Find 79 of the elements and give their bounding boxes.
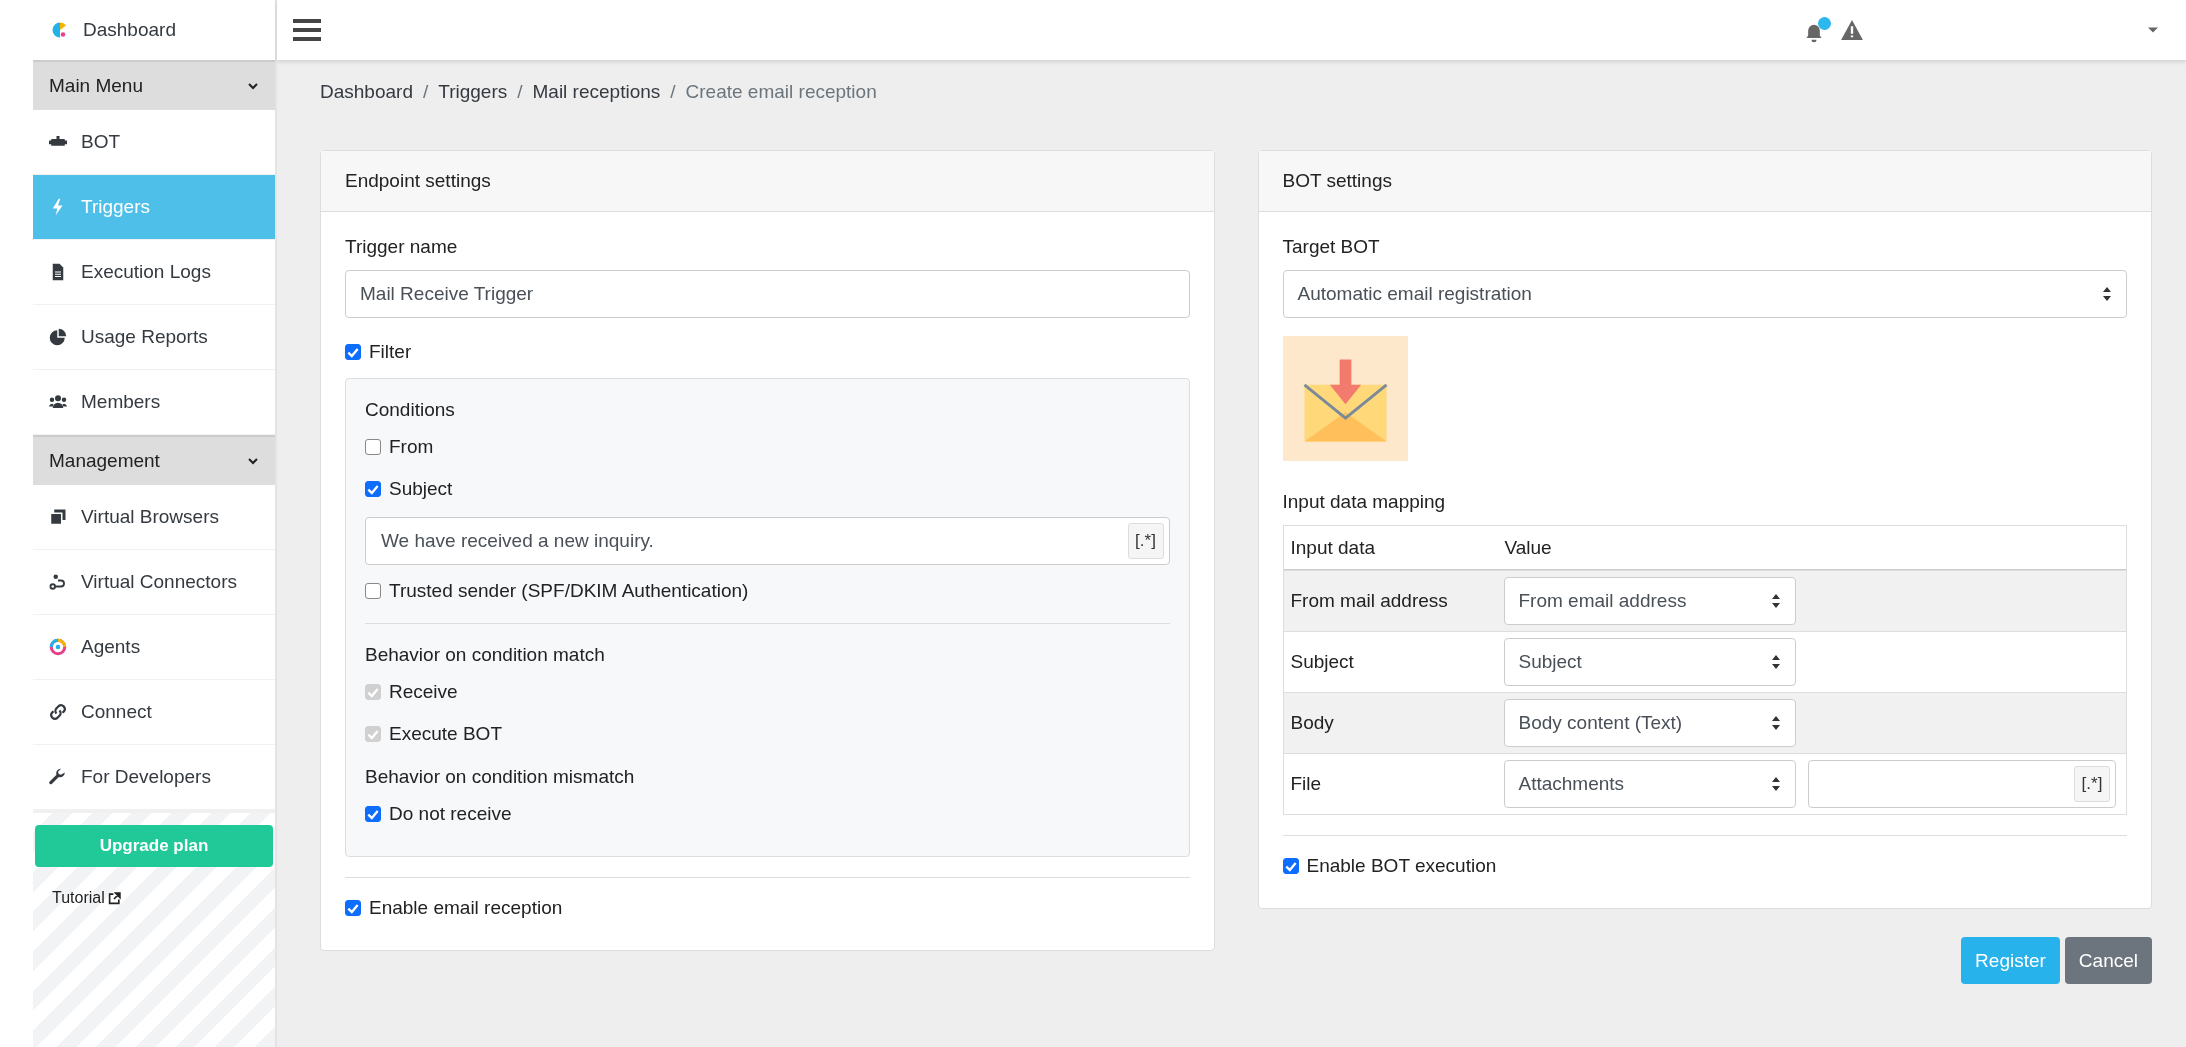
logo-icon — [51, 21, 69, 39]
subject-pattern-input[interactable]: We have received a new inquiry. [.*] — [365, 517, 1170, 565]
card-title: Endpoint settings — [321, 151, 1214, 212]
people-icon — [49, 393, 67, 411]
section-heading: Behavior on condition mismatch — [365, 766, 636, 788]
sidebar-link[interactable]: Usage Reports — [33, 305, 275, 370]
checkbox-label: Subject — [389, 478, 453, 500]
dropdown[interactable]: Attachments — [1503, 760, 1796, 808]
checkbox[interactable] — [365, 583, 381, 599]
dropdown[interactable]: From email address — [1503, 577, 1796, 625]
menu-section-header[interactable]: Management — [33, 435, 275, 485]
checkbox-label: Do not receive — [389, 803, 512, 825]
checkbox-label: Enable email reception — [369, 897, 563, 919]
breadcrumb-item: Create email reception — [685, 81, 877, 103]
caret-icon — [2148, 27, 2158, 33]
table-cell-text: Body — [1289, 712, 1335, 734]
colorful-ring-icon — [49, 638, 67, 656]
sort-arrows-icon — [2102, 286, 2112, 302]
column-header: Value — [1503, 536, 1553, 559]
breadcrumb-separator: / — [517, 81, 523, 103]
breadcrumb-item[interactable]: Dashboard — [320, 81, 413, 103]
checkbox-label: Trusted sender (SPF/DKIM Authentication) — [389, 580, 749, 602]
trigger-name-input[interactable]: Mail Receive Trigger — [345, 270, 1190, 318]
cancel-button[interactable]: Cancel — [2064, 937, 2152, 984]
menu-section-header[interactable]: Main Menu — [33, 60, 275, 110]
dropdown[interactable]: Subject — [1503, 638, 1796, 686]
menu-icon — [293, 18, 321, 42]
chevron-icon — [247, 80, 259, 92]
card-title: BOT settings — [1258, 151, 2151, 212]
sidebar-link[interactable]: Virtual Browsers — [33, 485, 275, 550]
breadcrumb-separator: / — [422, 81, 429, 103]
sort-arrows-icon — [1770, 593, 1781, 609]
checkbox-label: Execute BOT — [389, 723, 502, 745]
breadcrumb-item[interactable]: Mail receptions — [532, 81, 661, 103]
breadcrumb-item[interactable]: Triggers — [438, 81, 508, 103]
sidebar-link[interactable]: Virtual Connectors — [33, 550, 275, 615]
stacked-windows-icon — [49, 508, 67, 526]
table-cell-text: File — [1289, 773, 1323, 795]
tutorial-link[interactable]: Tutorial — [52, 889, 121, 907]
sort-arrows-icon — [1770, 776, 1781, 792]
section-heading: Conditions — [365, 399, 456, 421]
sidebar-link[interactable]: Execution Logs — [33, 240, 275, 305]
envelope-download-icon — [1282, 336, 1408, 461]
table-cell-text: Subject — [1289, 651, 1355, 673]
external-link-icon — [107, 891, 121, 905]
dropdown[interactable]: Automatic email registration — [1282, 270, 2127, 318]
checkbox[interactable] — [345, 344, 361, 360]
regex-button[interactable]: [.*] — [1127, 523, 1164, 559]
field-label: Target BOT — [1282, 236, 1381, 258]
wrench-icon — [49, 768, 67, 786]
notification-bell-icon[interactable] — [1804, 16, 1831, 44]
checkbox[interactable] — [1282, 858, 1299, 874]
sidebar-link[interactable]: Connect — [33, 680, 275, 745]
checkbox-label: Enable BOT execution — [1306, 855, 1497, 877]
sort-arrows-icon — [1770, 715, 1781, 731]
checkbox-label: From — [389, 436, 434, 458]
sidebar-link[interactable]: Dashboard — [33, 0, 275, 60]
field-label: Trigger name — [345, 236, 459, 258]
section-heading: Behavior on condition match — [365, 644, 606, 666]
file-pattern-input[interactable]: [.*] — [1807, 760, 2116, 808]
table-cell-text: From mail address — [1289, 590, 1449, 612]
sidebar-link[interactable]: Agents — [33, 615, 275, 680]
warning-icon — [1841, 20, 1863, 40]
checkbox-label: Receive — [389, 681, 458, 703]
checkbox[interactable] — [365, 439, 381, 455]
checkbox[interactable] — [365, 481, 381, 497]
section-heading: Input data mapping — [1282, 491, 1447, 513]
chevron-icon — [247, 455, 259, 467]
checkbox-label: Filter — [369, 341, 412, 363]
link-icon — [49, 703, 67, 721]
dropdown[interactable]: Body content (Text) — [1503, 699, 1796, 747]
checkbox[interactable] — [345, 900, 361, 916]
regex-button[interactable]: [.*] — [2074, 766, 2110, 802]
sort-arrows-icon — [1770, 654, 1781, 670]
pie-chart-icon — [49, 328, 67, 346]
checkbox[interactable] — [365, 806, 381, 822]
column-header: Input data — [1289, 536, 1377, 559]
breadcrumb-separator: / — [670, 81, 676, 103]
connector-icon — [49, 573, 67, 591]
